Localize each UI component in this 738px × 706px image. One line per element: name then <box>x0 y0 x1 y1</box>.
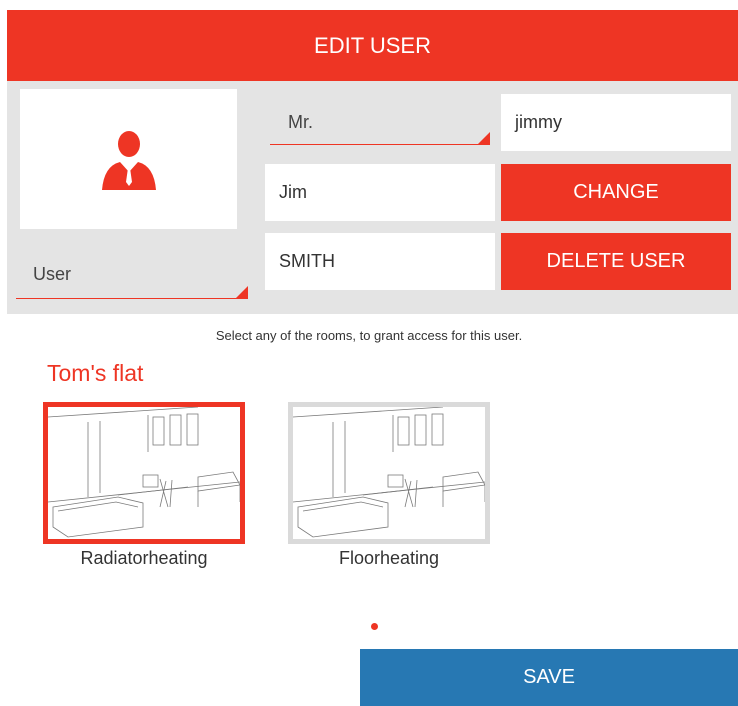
user-avatar-icon <box>101 131 156 190</box>
save-button[interactable]: SAVE <box>360 649 738 706</box>
username-field[interactable]: jimmy <box>501 94 731 151</box>
rooms-hint: Select any of the rooms, to grant access… <box>215 328 523 343</box>
first-name-field[interactable]: Jim <box>265 164 495 221</box>
dropdown-corner-icon <box>236 286 248 298</box>
salutation-value: Mr. <box>288 111 313 132</box>
room-tile-floorheating[interactable] <box>288 402 490 544</box>
last-name-field[interactable]: SMITH <box>265 233 495 290</box>
living-room-sketch-image <box>293 407 485 538</box>
first-name-value: Jim <box>279 182 307 202</box>
save-button-label: SAVE <box>523 666 575 688</box>
change-button-label: CHANGE <box>573 181 659 203</box>
last-name-value: SMITH <box>279 251 335 271</box>
living-room-sketch-image <box>48 407 240 538</box>
header-bar: EDIT USER <box>7 10 738 81</box>
delete-user-button[interactable]: DELETE USER <box>501 233 731 290</box>
page-indicator-dot <box>371 623 378 630</box>
delete-user-button-label: DELETE USER <box>546 250 686 272</box>
room-tile-radiatorheating[interactable] <box>43 402 245 544</box>
username-value: jimmy <box>515 112 562 132</box>
role-value: User <box>33 264 72 284</box>
role-select[interactable]: User <box>16 251 248 299</box>
room-label-radiatorheating: Radiatorheating <box>80 548 208 568</box>
salutation-select[interactable]: Mr. <box>270 100 490 145</box>
page-title: EDIT USER <box>314 32 431 58</box>
user-form-panel: User Mr. jimmy Jim CHANGE SMITH DELETE U… <box>7 81 738 314</box>
change-button[interactable]: CHANGE <box>501 164 731 221</box>
dropdown-corner-icon <box>478 132 490 144</box>
room-label-floorheating: Floorheating <box>338 548 440 568</box>
avatar[interactable] <box>20 89 237 229</box>
room-group-title: Tom's flat <box>47 360 144 386</box>
